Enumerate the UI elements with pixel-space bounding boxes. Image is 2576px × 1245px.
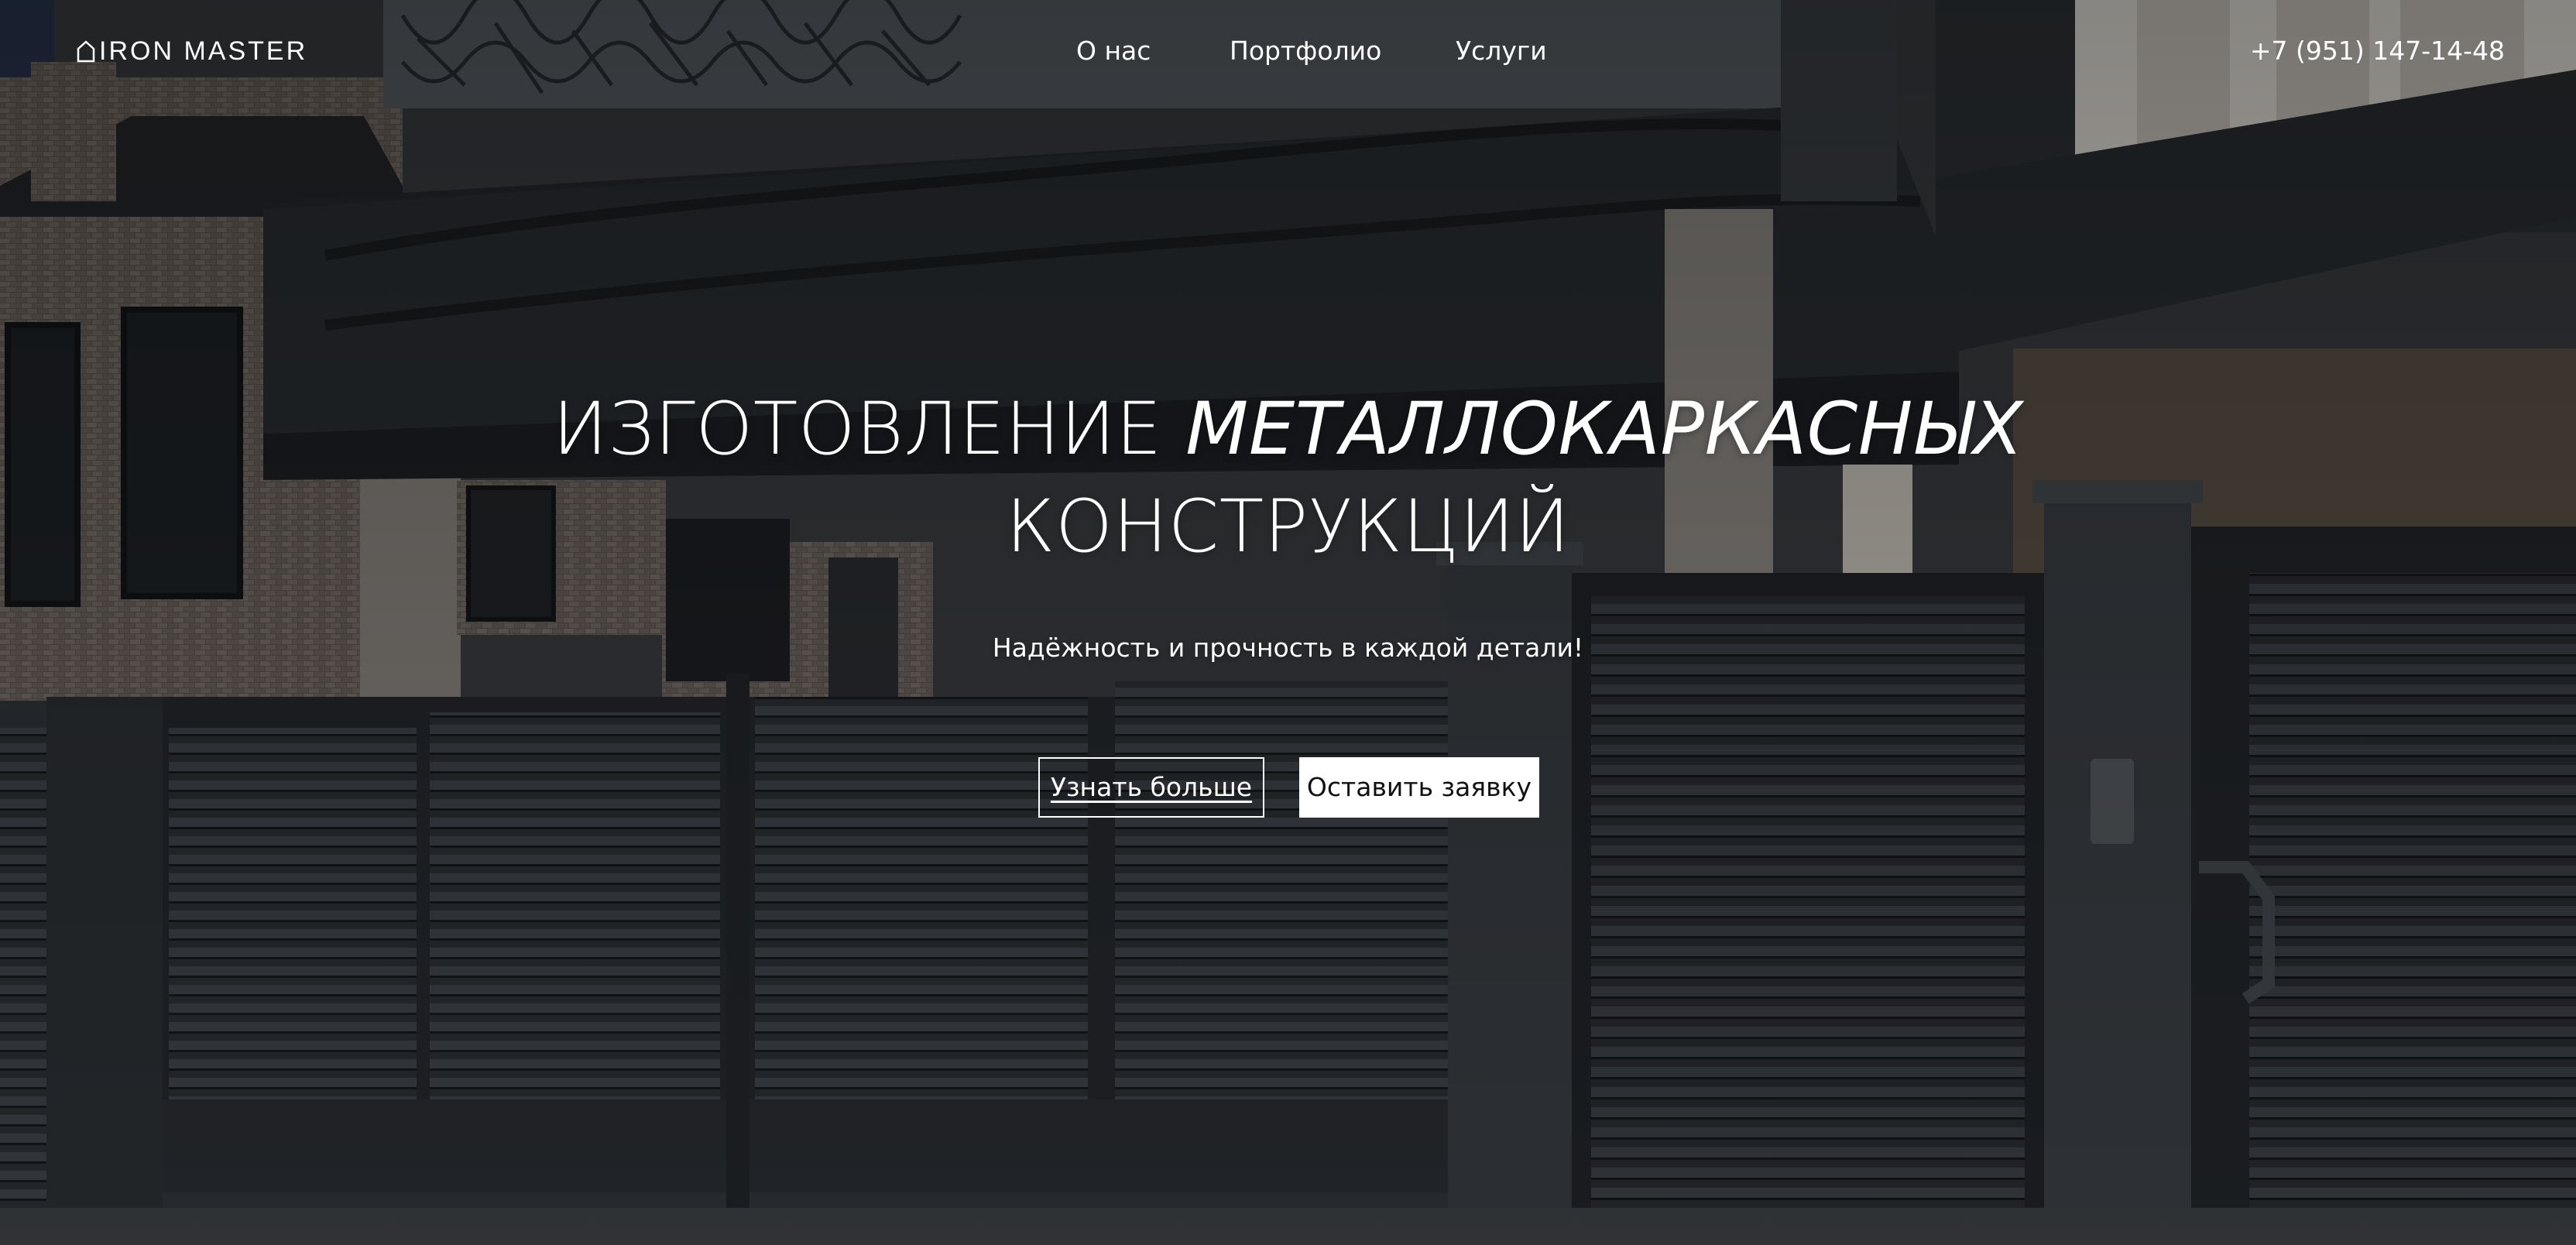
logo[interactable]: IRON MASTER	[76, 33, 307, 70]
logo-text: IRON MASTER	[99, 36, 308, 66]
house-outline-icon	[77, 40, 95, 63]
nav-link-about[interactable]: О нас	[1076, 33, 1151, 70]
hero-title-line2: КОНСТРУКЦИЙ	[1006, 485, 1570, 569]
nav-link-portfolio[interactable]: Портфолио	[1230, 33, 1381, 70]
hero-title: ИЗГОТОВЛЕНИЕ МЕТАЛЛОКАРКАСНЫХ КОНСТРУКЦИ…	[0, 381, 2576, 576]
hero-background-photo	[0, 0, 2576, 1245]
phone-link[interactable]: +7 (951) 147-14-48	[2250, 33, 2505, 70]
site-header: IRON MASTER О нас Портфолио Услуги +7 (9…	[0, 0, 2576, 102]
nav-link-services[interactable]: Услуги	[1456, 33, 1547, 70]
hero-title-line1-regular: ИЗГОТОВЛЕНИЕ	[552, 387, 1162, 472]
hero-subtitle: Надёжность и прочность в каждой детали!	[992, 633, 1584, 663]
learn-more-button[interactable]: Узнать больше	[1038, 757, 1264, 818]
hero-title-line1-italic: МЕТАЛЛОКАРКАСНЫХ	[1185, 387, 2024, 472]
request-button[interactable]: Оставить заявку	[1299, 757, 1539, 818]
